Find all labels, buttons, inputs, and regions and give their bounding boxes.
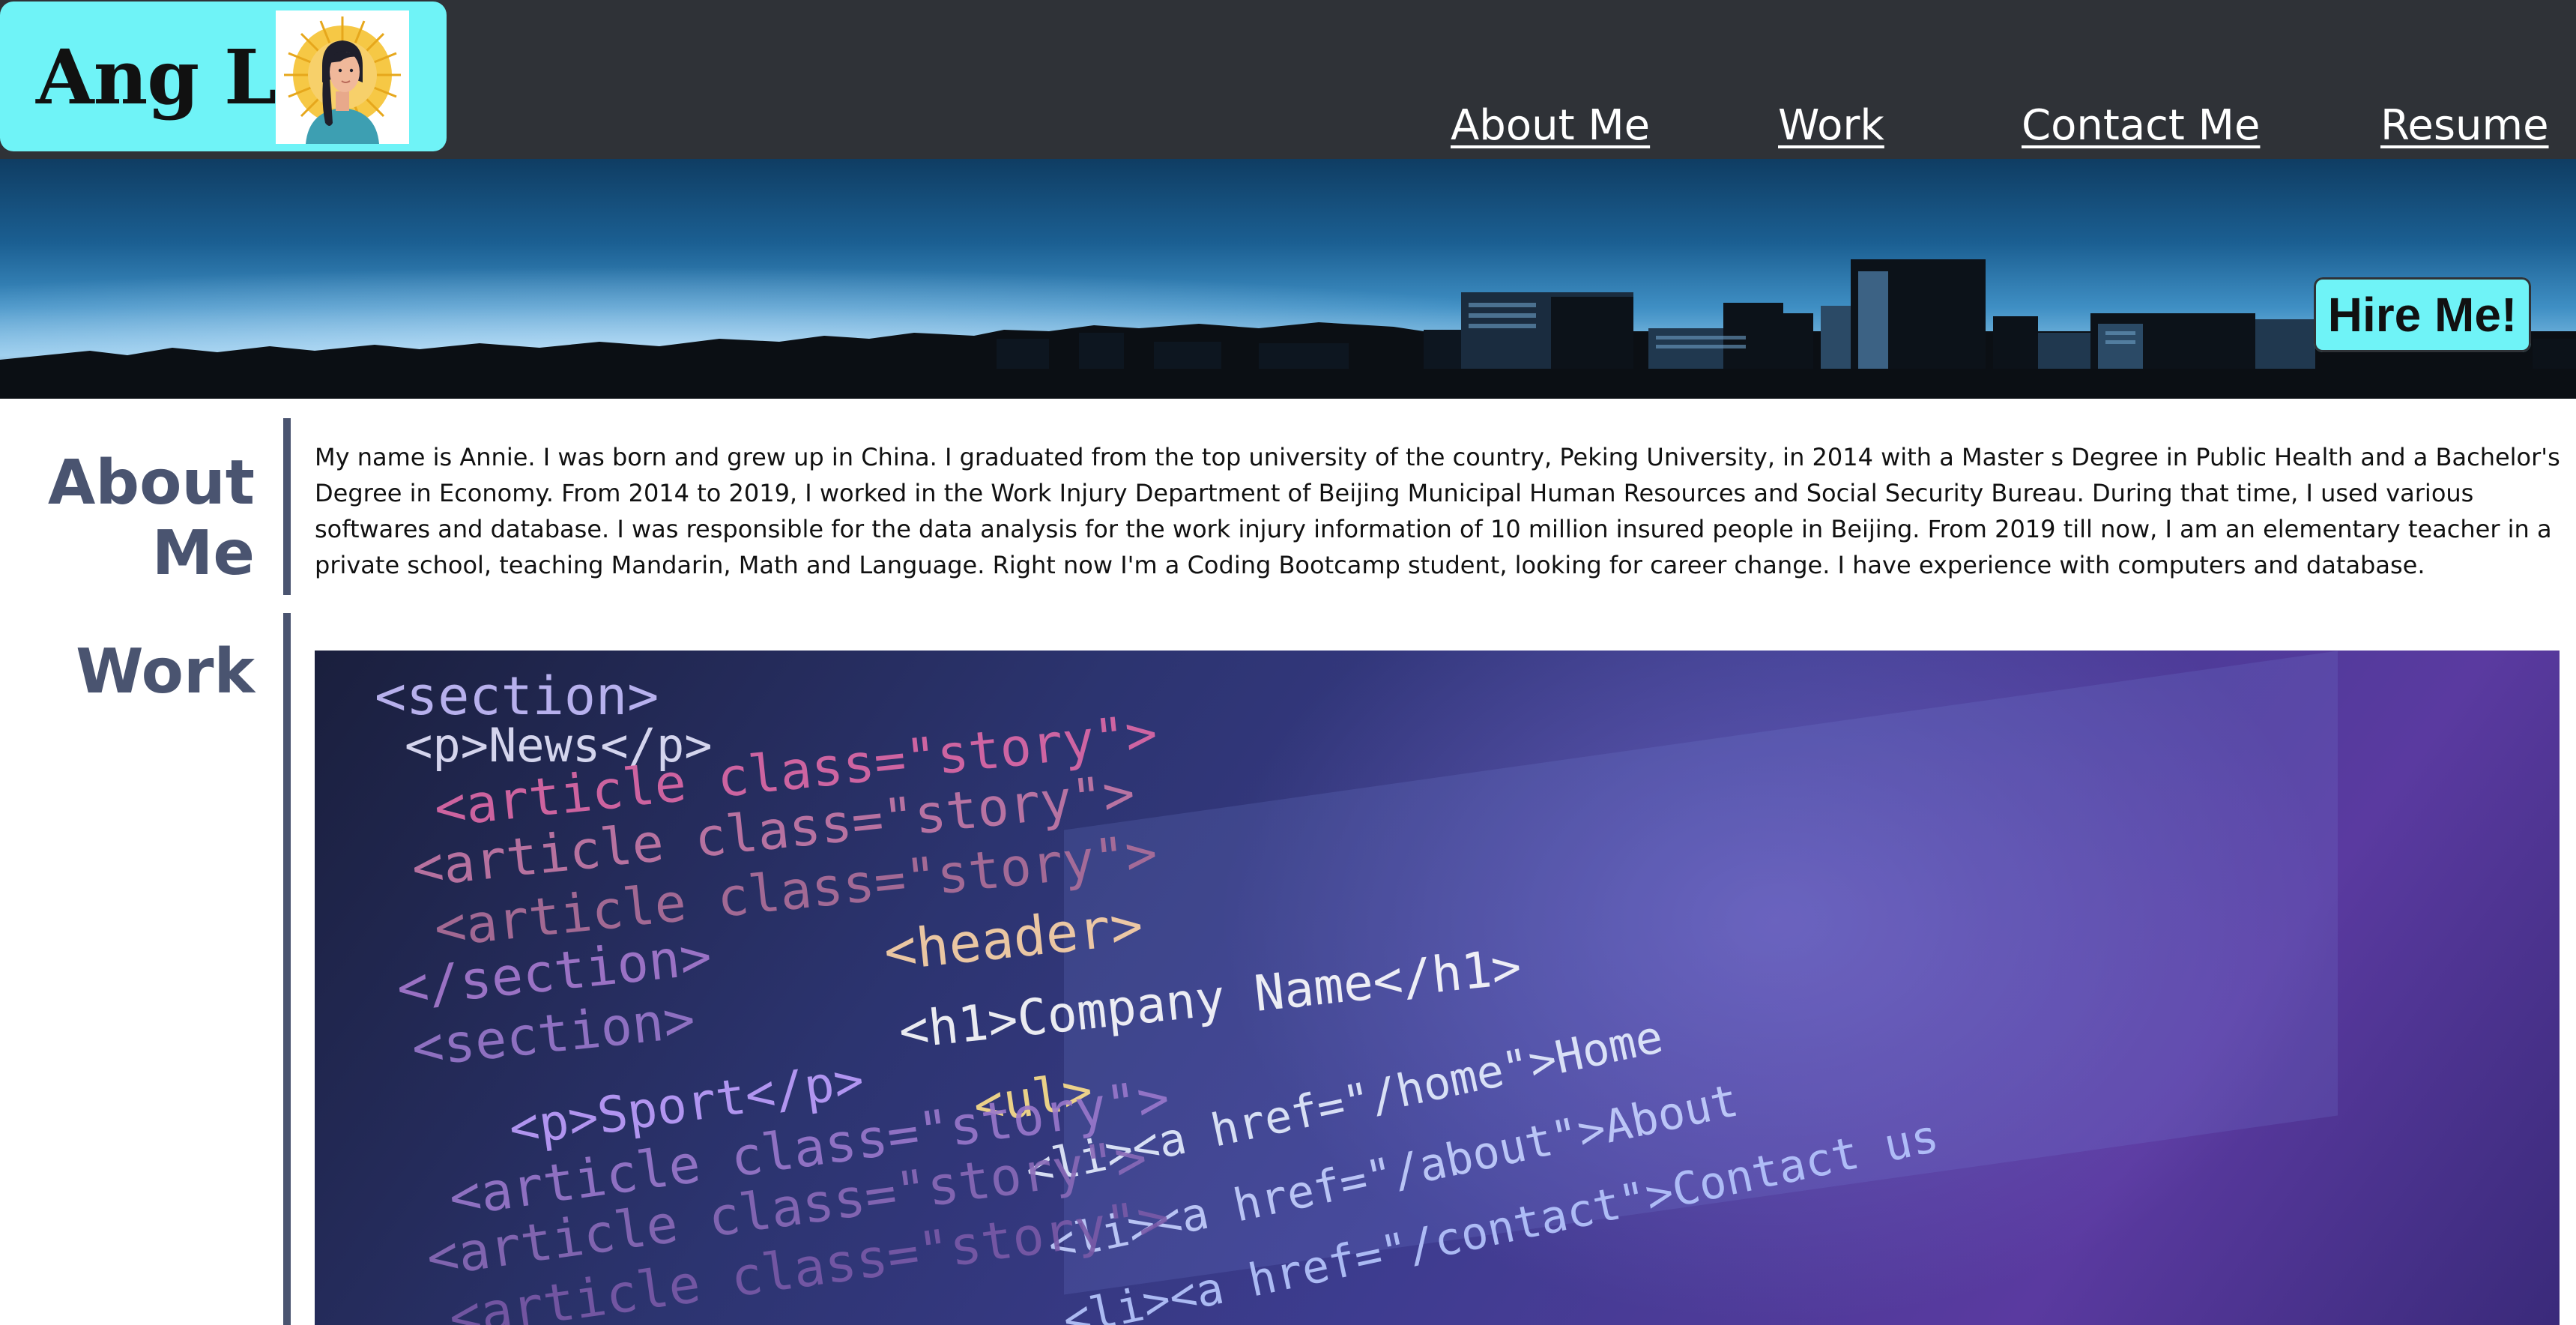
city-skyline-icon: [0, 159, 2576, 399]
nav-link-about-me[interactable]: About Me: [1451, 101, 1650, 150]
about-divider: [283, 418, 291, 595]
nav-link-work[interactable]: Work: [1778, 101, 1884, 150]
top-bar: Ang Li About Me Work Contact Me Resume: [0, 0, 2576, 159]
hero-banner: [0, 159, 2576, 399]
hire-me-button[interactable]: Hire Me!: [2314, 277, 2531, 352]
code-screen-photo-icon: <section> <p>News</p> <article class="stor…: [315, 651, 2560, 1325]
about-heading: About Me: [30, 448, 255, 589]
about-heading-line2: Me: [151, 518, 255, 589]
about-heading-line1: About: [47, 447, 255, 519]
main-nav: About Me Work Contact Me Resume: [0, 101, 2576, 161]
nav-link-resume[interactable]: Resume: [2380, 101, 2549, 150]
about-paragraph: My name is Annie. I was born and grew up…: [315, 443, 2560, 579]
work-heading: Work: [76, 636, 255, 707]
nav-link-contact-me[interactable]: Contact Me: [2022, 101, 2260, 150]
work-divider: [283, 613, 291, 1325]
